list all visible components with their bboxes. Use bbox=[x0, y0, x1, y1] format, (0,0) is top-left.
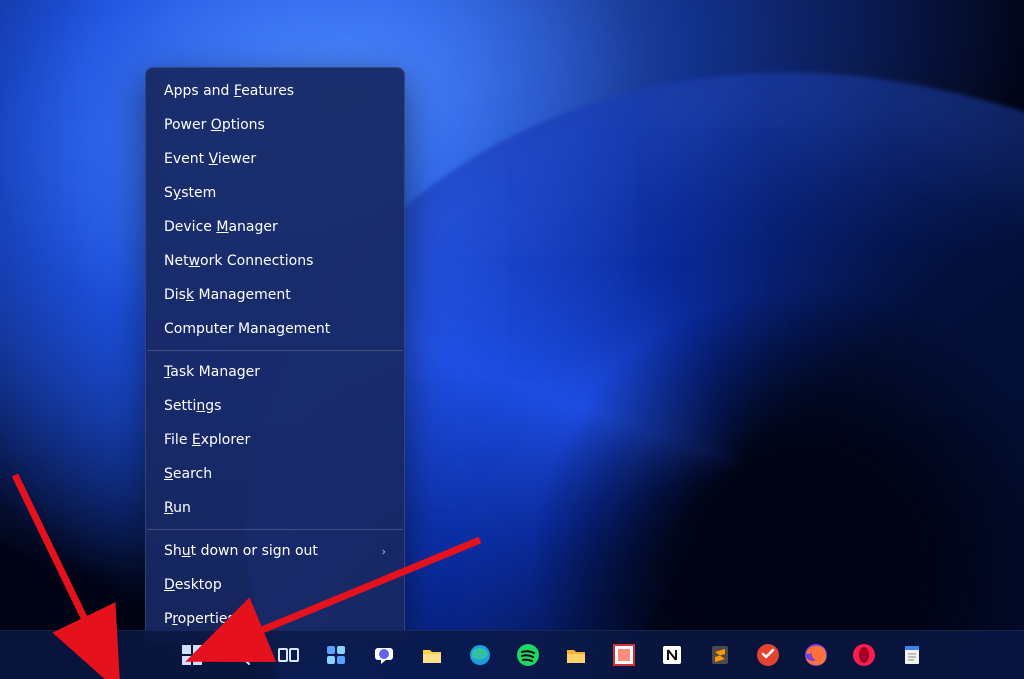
menu-item-label: Run bbox=[164, 500, 191, 516]
notion-button[interactable] bbox=[652, 635, 692, 675]
todoist-button[interactable] bbox=[748, 635, 788, 675]
opera-button[interactable] bbox=[844, 635, 884, 675]
windows-icon bbox=[179, 642, 205, 668]
widgets-icon bbox=[323, 642, 349, 668]
spotify-icon bbox=[515, 642, 541, 668]
menu-item-task-manager[interactable]: Task Manager bbox=[146, 355, 404, 389]
chat-icon bbox=[371, 642, 397, 668]
menu-item-label: Desktop bbox=[164, 577, 222, 593]
menu-item-label: Power Options bbox=[164, 117, 265, 133]
menu-item-device-manager[interactable]: Device Manager bbox=[146, 210, 404, 244]
menu-item-label: Disk Management bbox=[164, 287, 291, 303]
search-button[interactable] bbox=[220, 635, 260, 675]
edge-button[interactable] bbox=[460, 635, 500, 675]
menu-item-label: Settings bbox=[164, 398, 221, 414]
opera-icon bbox=[851, 642, 877, 668]
files-button[interactable] bbox=[556, 635, 596, 675]
menu-item-event-viewer[interactable]: Event Viewer bbox=[146, 142, 404, 176]
edge-icon bbox=[467, 642, 493, 668]
notepad-button[interactable] bbox=[892, 635, 932, 675]
menu-item-label: File Explorer bbox=[164, 432, 250, 448]
menu-item-system[interactable]: System bbox=[146, 176, 404, 210]
menu-item-file-explorer[interactable]: File Explorer bbox=[146, 423, 404, 457]
file-explorer-button[interactable] bbox=[412, 635, 452, 675]
search-icon bbox=[227, 642, 253, 668]
menu-item-search[interactable]: Search bbox=[146, 457, 404, 491]
firefox-icon bbox=[803, 642, 829, 668]
menu-separator bbox=[147, 350, 403, 351]
menu-item-apps-and-features[interactable]: Apps and Features bbox=[146, 74, 404, 108]
menu-item-disk-management[interactable]: Disk Management bbox=[146, 278, 404, 312]
menu-item-label: Computer Management bbox=[164, 321, 330, 337]
menu-item-label: Event Viewer bbox=[164, 151, 256, 167]
files-icon bbox=[563, 642, 589, 668]
menu-item-settings[interactable]: Settings bbox=[146, 389, 404, 423]
menu-item-label: Apps and Features bbox=[164, 83, 294, 99]
sublime-button[interactable] bbox=[700, 635, 740, 675]
menu-item-label: System bbox=[164, 185, 216, 201]
chevron-right-icon: › bbox=[382, 545, 386, 558]
notepad-icon bbox=[899, 642, 925, 668]
menu-item-run[interactable]: Run bbox=[146, 491, 404, 525]
taskview-icon bbox=[275, 642, 301, 668]
snip-button[interactable] bbox=[604, 635, 644, 675]
menu-item-label: Shut down or sign out bbox=[164, 543, 318, 559]
sublime-icon bbox=[707, 642, 733, 668]
menu-item-label: Device Manager bbox=[164, 219, 278, 235]
notion-icon bbox=[659, 642, 685, 668]
menu-item-network-connections[interactable]: Network Connections bbox=[146, 244, 404, 278]
menu-item-shut-down-or-sign-out[interactable]: Shut down or sign out › bbox=[146, 534, 404, 568]
chat-button[interactable] bbox=[364, 635, 404, 675]
task-view-button[interactable] bbox=[268, 635, 308, 675]
menu-item-desktop[interactable]: Desktop bbox=[146, 568, 404, 602]
snip-icon bbox=[611, 642, 637, 668]
widgets-button[interactable] bbox=[316, 635, 356, 675]
firefox-button[interactable] bbox=[796, 635, 836, 675]
menu-separator bbox=[147, 529, 403, 530]
menu-item-label: Task Manager bbox=[164, 364, 260, 380]
winx-context-menu: Apps and Features Power Options Event View… bbox=[145, 67, 405, 643]
menu-item-label: Search bbox=[164, 466, 212, 482]
spotify-button[interactable] bbox=[508, 635, 548, 675]
todoist-icon bbox=[755, 642, 781, 668]
start-button[interactable] bbox=[172, 635, 212, 675]
menu-item-computer-management[interactable]: Computer Management bbox=[146, 312, 404, 346]
menu-item-label: Properties bbox=[164, 611, 235, 627]
menu-item-power-options[interactable]: Power Options bbox=[146, 108, 404, 142]
taskbar bbox=[0, 630, 1024, 679]
menu-item-label: Network Connections bbox=[164, 253, 313, 269]
explorer-icon bbox=[419, 642, 445, 668]
